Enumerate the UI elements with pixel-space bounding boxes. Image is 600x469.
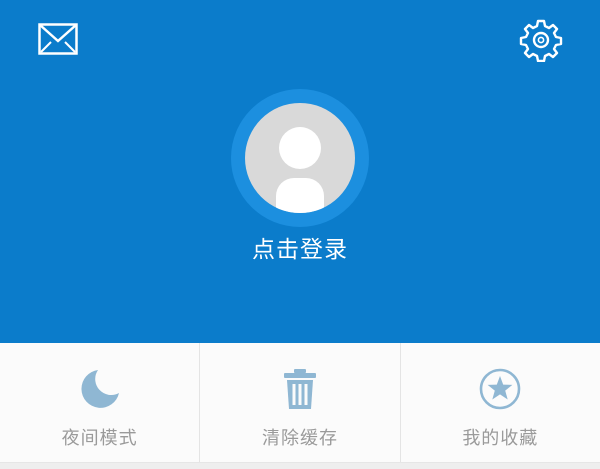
user-icon (276, 127, 324, 213)
night-mode-label: 夜间模式 (61, 428, 138, 449)
avatar-button[interactable] (231, 89, 369, 227)
night-mode-button[interactable]: 夜间模式 (0, 343, 199, 462)
night-mode-icon-wrap (78, 367, 122, 411)
mail-button[interactable] (38, 23, 78, 55)
favorites-label: 我的收藏 (462, 428, 539, 449)
avatar (245, 103, 355, 213)
settings-button[interactable] (519, 18, 563, 63)
quick-actions: 夜间模式 清除缓存 我的收藏 (0, 343, 600, 463)
login-link[interactable]: 点击登录 (252, 237, 348, 263)
profile-header: 点击登录 (0, 0, 600, 343)
clear-cache-label: 清除缓存 (261, 428, 338, 449)
clear-cache-icon-wrap (278, 367, 322, 411)
login-prompt: 点击登录 (0, 232, 600, 268)
bottom-divider (0, 463, 600, 469)
favorites-icon-wrap (478, 367, 522, 411)
clear-cache-button[interactable]: 清除缓存 (199, 343, 399, 462)
star-circle-icon (480, 368, 521, 410)
trash-icon (283, 369, 316, 409)
gear-icon (519, 19, 563, 63)
favorites-button[interactable]: 我的收藏 (399, 343, 600, 462)
moon-icon (81, 370, 119, 408)
mail-icon (38, 23, 78, 55)
